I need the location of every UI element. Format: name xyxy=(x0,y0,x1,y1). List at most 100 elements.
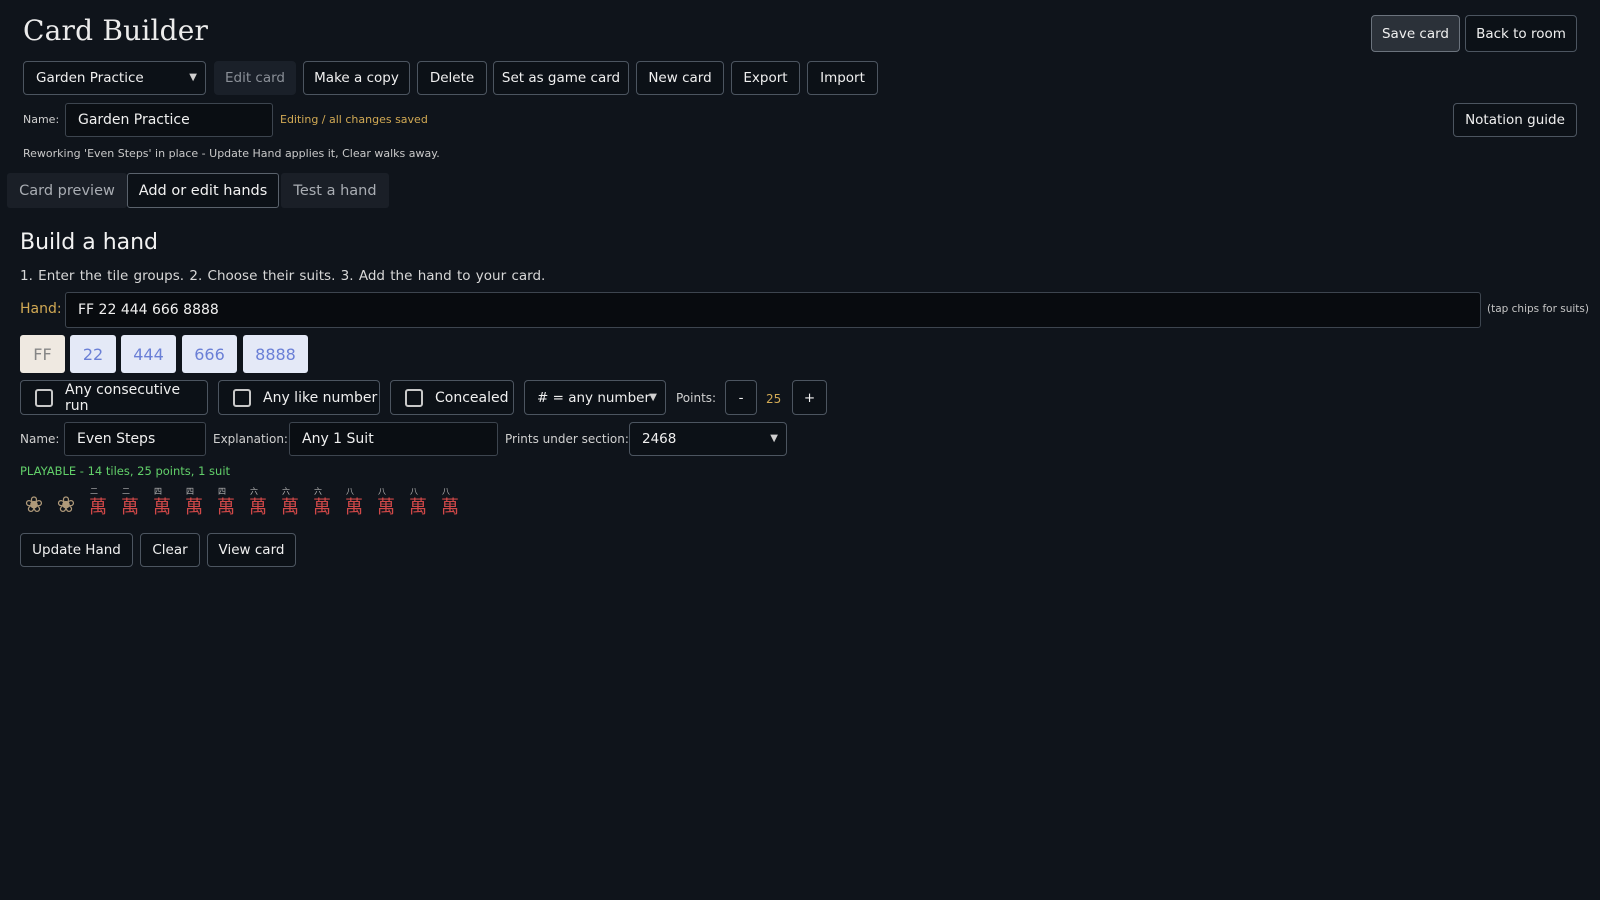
section-label: Prints under section: xyxy=(505,432,629,446)
tile-glyph: ❀ xyxy=(56,493,76,518)
chevron-down-icon: ▼ xyxy=(189,72,197,83)
tile-number: 六 xyxy=(314,487,322,496)
points-minus-button[interactable]: - xyxy=(725,380,757,415)
view-card-button[interactable]: View card xyxy=(207,533,296,567)
flower-tile-icon: ❀ xyxy=(52,488,80,522)
character-tile-icon: 四萬 xyxy=(148,488,176,522)
checkbox-icon xyxy=(35,388,53,407)
tile-number: 八 xyxy=(346,487,354,496)
tile-glyph: 萬 xyxy=(409,497,427,518)
hand-label: Hand: xyxy=(20,301,62,317)
hand-input[interactable]: FF 22 444 666 8888 xyxy=(65,292,1481,328)
character-tile-icon: 四萬 xyxy=(180,488,208,522)
concealed-checkbox[interactable]: Concealed xyxy=(390,380,514,415)
tab-card-preview[interactable]: Card preview xyxy=(7,173,127,208)
character-tile-icon: 八萬 xyxy=(436,488,464,522)
character-tile-icon: 六萬 xyxy=(276,488,304,522)
like-number-label: Any like number xyxy=(263,389,378,406)
tile-preview-row: ❀ ❀ 二萬二萬四萬四萬四萬六萬六萬六萬八萬八萬八萬八萬 xyxy=(20,488,464,522)
consecutive-run-label: Any consecutive run xyxy=(65,381,181,414)
tile-number: 四 xyxy=(186,487,194,496)
points-label: Points: xyxy=(676,391,717,405)
points-plus-button[interactable]: + xyxy=(792,380,827,415)
number-select-value: # = any number xyxy=(537,389,651,406)
chip-666[interactable]: 666 xyxy=(182,335,237,373)
tile-glyph: 萬 xyxy=(441,497,459,518)
chip-8888[interactable]: 8888 xyxy=(243,335,308,373)
character-tile-icon: 八萬 xyxy=(404,488,432,522)
tile-glyph: 萬 xyxy=(185,497,203,518)
checkbox-icon xyxy=(233,388,251,407)
tile-number: 六 xyxy=(250,487,258,496)
character-tile-icon: 六萬 xyxy=(308,488,336,522)
chip-444[interactable]: 444 xyxy=(121,335,176,373)
card-select-value: Garden Practice xyxy=(36,70,144,86)
clear-button[interactable]: Clear xyxy=(140,533,200,567)
chips-hint: (tap chips for suits) xyxy=(1487,303,1589,315)
delete-button[interactable]: Delete xyxy=(417,61,487,95)
steps-instructions: 1. Enter the tile groups. 2. Choose thei… xyxy=(20,268,546,284)
tab-add-edit-hands[interactable]: Add or edit hands xyxy=(127,173,279,208)
tile-number: 二 xyxy=(90,487,98,496)
like-number-checkbox[interactable]: Any like number xyxy=(218,380,380,415)
import-button[interactable]: Import xyxy=(807,61,878,95)
tile-number: 四 xyxy=(218,487,226,496)
tile-number: 四 xyxy=(154,487,162,496)
rework-note: Reworking 'Even Steps' in place - Update… xyxy=(23,147,440,160)
character-tile-icon: 二萬 xyxy=(116,488,144,522)
tile-glyph: 萬 xyxy=(249,497,267,518)
save-status: Editing / all changes saved xyxy=(280,113,428,126)
checkbox-icon xyxy=(405,388,423,407)
number-select[interactable]: # = any number ▼ xyxy=(524,380,666,415)
tile-glyph: 萬 xyxy=(281,497,299,518)
character-tile-icon: 八萬 xyxy=(372,488,400,522)
chevron-down-icon: ▼ xyxy=(770,433,778,444)
flower-tile-icon: ❀ xyxy=(20,488,48,522)
tile-glyph: 萬 xyxy=(89,497,107,518)
section-select-value: 2468 xyxy=(642,431,677,447)
section-select[interactable]: 2468 ▼ xyxy=(629,422,787,456)
character-tile-icon: 四萬 xyxy=(212,488,240,522)
tile-glyph: 萬 xyxy=(377,497,395,518)
explanation-input[interactable]: Any 1 Suit xyxy=(289,422,498,456)
chip-ff[interactable]: FF xyxy=(20,335,65,373)
chip-22[interactable]: 22 xyxy=(70,335,116,373)
tile-glyph: 萬 xyxy=(121,497,139,518)
character-tile-icon: 八萬 xyxy=(340,488,368,522)
card-name-label: Name: xyxy=(23,113,60,126)
card-select[interactable]: Garden Practice ▼ xyxy=(23,61,206,95)
tile-number: 六 xyxy=(282,487,290,496)
chevron-down-icon: ▼ xyxy=(649,391,657,403)
tile-glyph: ❀ xyxy=(24,493,44,518)
page-title: Card Builder xyxy=(23,14,209,47)
concealed-label: Concealed xyxy=(435,389,509,406)
playable-status: PLAYABLE - 14 tiles, 25 points, 1 suit xyxy=(20,464,231,478)
tile-glyph: 萬 xyxy=(217,497,235,518)
notation-guide-button[interactable]: Notation guide xyxy=(1453,103,1577,137)
tile-number: 八 xyxy=(378,487,386,496)
character-tile-icon: 二萬 xyxy=(84,488,112,522)
explanation-label: Explanation: xyxy=(213,432,288,446)
make-copy-button[interactable]: Make a copy xyxy=(303,61,410,95)
tile-number: 八 xyxy=(442,487,450,496)
save-card-button[interactable]: Save card xyxy=(1371,15,1460,52)
points-value: 25 xyxy=(766,392,782,406)
set-game-card-button[interactable]: Set as game card xyxy=(493,61,629,95)
edit-card-button[interactable]: Edit card xyxy=(214,61,296,95)
tab-test-hand[interactable]: Test a hand xyxy=(281,173,389,208)
tile-glyph: 萬 xyxy=(153,497,171,518)
tile-number: 八 xyxy=(410,487,418,496)
new-card-button[interactable]: New card xyxy=(636,61,724,95)
card-name-input[interactable]: Garden Practice xyxy=(65,103,273,137)
section-heading: Build a hand xyxy=(20,230,159,255)
tile-glyph: 萬 xyxy=(313,497,331,518)
consecutive-run-checkbox[interactable]: Any consecutive run xyxy=(20,380,208,415)
tile-number: 二 xyxy=(122,487,130,496)
hand-name-label: Name: xyxy=(20,432,60,446)
update-hand-button[interactable]: Update Hand xyxy=(20,533,133,567)
tile-glyph: 萬 xyxy=(345,497,363,518)
export-button[interactable]: Export xyxy=(731,61,800,95)
character-tile-icon: 六萬 xyxy=(244,488,272,522)
hand-name-input[interactable]: Even Steps xyxy=(64,422,206,456)
back-to-room-button[interactable]: Back to room xyxy=(1465,15,1577,52)
